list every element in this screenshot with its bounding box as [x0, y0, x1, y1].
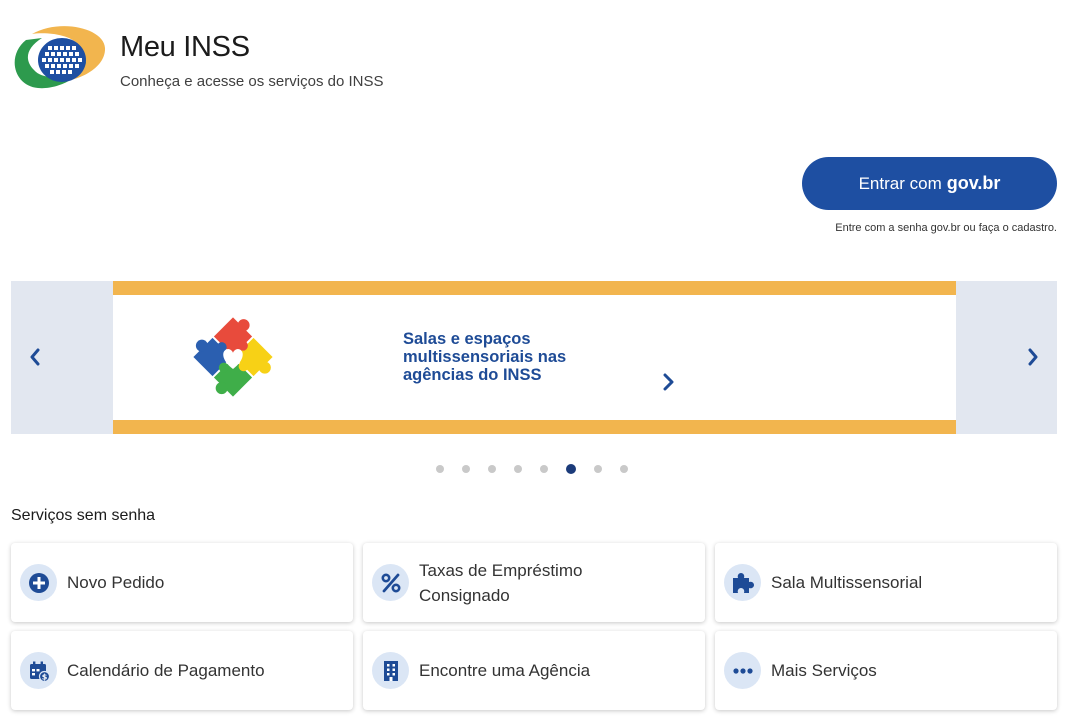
section-title: Serviços sem senha [11, 507, 156, 524]
service-label: Calendário de Pagamento [67, 661, 265, 680]
banner-stripe-bottom [113, 420, 956, 434]
building-icon [383, 660, 398, 681]
inss-logo[interactable] [12, 26, 106, 90]
carousel-dot[interactable] [594, 465, 602, 473]
service-label: Taxas de Empréstimo Consignado [419, 560, 583, 605]
service-card-calendario[interactable]: $ Calendário de Pagamento [11, 631, 353, 710]
login-label: Entrar com [858, 173, 942, 193]
service-label: Mais Serviços [771, 661, 877, 680]
page-subtitle: Conheça e acesse os serviços do INSS [120, 73, 384, 90]
service-card-mais-servicos[interactable]: Mais Serviços [715, 631, 1057, 710]
service-icon-wrap [20, 564, 57, 601]
services-grid: Novo Pedido Taxas de Empréstimo Consigna… [11, 543, 1057, 710]
carousel-dot[interactable] [436, 465, 444, 473]
service-icon-wrap [724, 652, 761, 689]
carousel-dot[interactable] [488, 465, 496, 473]
service-icon-wrap [724, 564, 761, 601]
more-dots-icon [732, 667, 753, 674]
carousel-prev-button[interactable] [17, 339, 53, 375]
carousel-slide[interactable]: Salas e espaços multissensoriais nas agê… [113, 281, 956, 434]
login-label-govbr: gov.br [946, 173, 1001, 193]
puzzle-heart-icon [193, 317, 273, 397]
app-header: Meu INSS Conheça e acesse os serviços do… [12, 26, 383, 92]
service-icon-wrap [372, 564, 409, 601]
percent-icon [380, 572, 401, 593]
carousel-dot[interactable] [514, 465, 522, 473]
chevron-right-icon[interactable] [661, 372, 677, 392]
carousel-dot[interactable] [566, 464, 576, 474]
banner-stripe-top [113, 281, 956, 295]
service-card-sala-multissensorial[interactable]: Sala Multissensorial [715, 543, 1057, 622]
login-hint: Entre com a senha gov.br ou faça o cadas… [835, 222, 1057, 234]
service-icon-wrap: $ [20, 652, 57, 689]
service-label: Novo Pedido [67, 573, 165, 592]
carousel-dot[interactable] [462, 465, 470, 473]
plus-circle-icon [28, 572, 49, 593]
brand: Meu INSS Conheça e acesse os serviços do… [120, 30, 383, 90]
chevron-left-icon [30, 348, 40, 366]
carousel-dot[interactable] [540, 465, 548, 473]
puzzle-icon [732, 572, 754, 593]
chevron-right-icon [1028, 348, 1038, 366]
service-card-encontre-agencia[interactable]: Encontre uma Agência [363, 631, 705, 710]
banner-carousel: Salas e espaços multissensoriais nas agê… [11, 281, 1057, 434]
banner-headline: Salas e espaços multissensoriais nas agê… [403, 330, 567, 384]
svg-text:$: $ [41, 672, 47, 681]
carousel-pagination [436, 464, 628, 474]
service-label: Sala Multissensorial [771, 573, 923, 592]
service-card-novo-pedido[interactable]: Novo Pedido [11, 543, 353, 622]
service-label: Encontre uma Agência [419, 661, 591, 680]
service-icon-wrap [372, 652, 409, 689]
calendar-money-icon: $ [29, 661, 50, 682]
page-title: Meu INSS [120, 31, 250, 63]
carousel-next-button[interactable] [1015, 339, 1051, 375]
login-govbr-button[interactable]: Entrar com gov.br [802, 157, 1057, 210]
carousel-dot[interactable] [620, 465, 628, 473]
service-card-taxas-emprestimo[interactable]: Taxas de Empréstimo Consignado [363, 543, 705, 622]
